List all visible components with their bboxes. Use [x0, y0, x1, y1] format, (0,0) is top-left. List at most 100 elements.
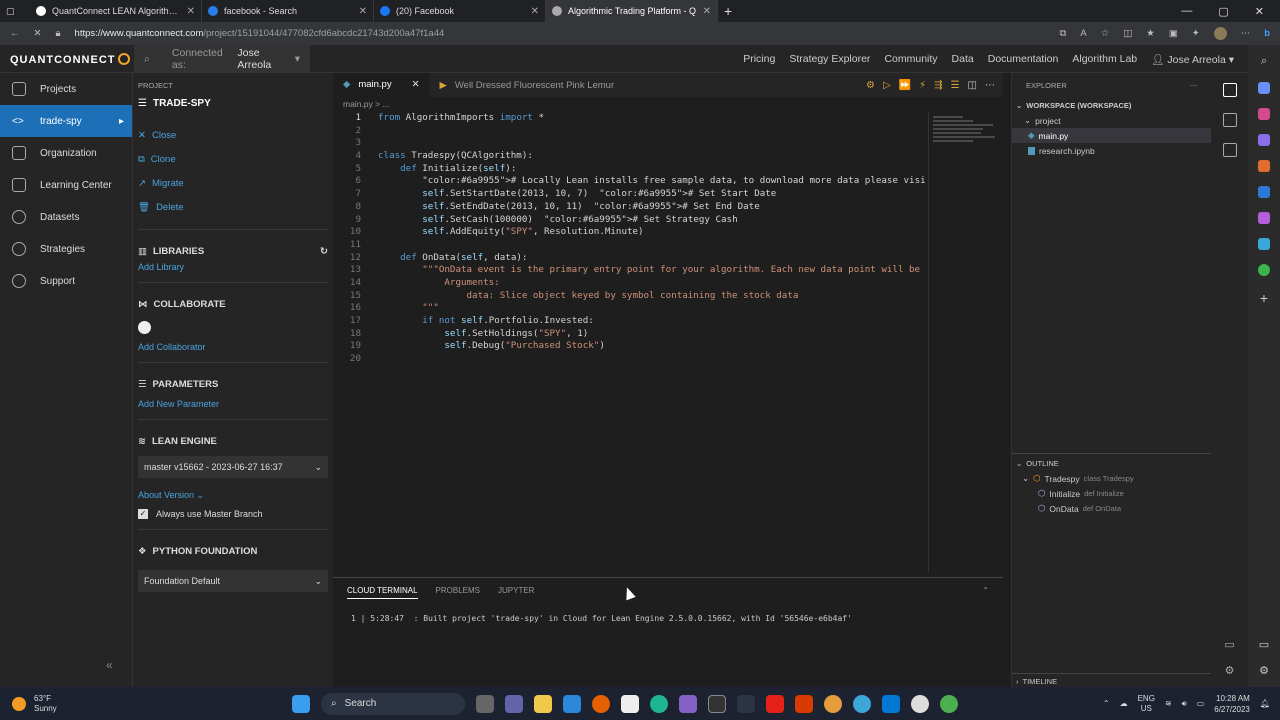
gear-icon[interactable]: ⚙: [1259, 664, 1269, 677]
quantconnect-logo[interactable]: QUANTCONNECT: [10, 53, 130, 66]
tab-jupyter[interactable]: JUPYTER: [498, 586, 534, 599]
add-library-link[interactable]: Add Library: [138, 262, 328, 272]
new-tab-button[interactable]: +: [718, 0, 746, 22]
code-line[interactable]: 5 def Initialize(self):: [333, 163, 925, 176]
minimize-icon[interactable]: —: [1181, 5, 1192, 17]
outline-header[interactable]: ⌄ OUTLINE: [1012, 456, 1211, 471]
code-line[interactable]: 17 if not self.Portfolio.Invested:: [333, 315, 925, 328]
code-line[interactable]: 13 """OnData event is the primary entry …: [333, 264, 925, 277]
teams-chat-icon[interactable]: [505, 694, 523, 713]
chevron-up-icon[interactable]: ⌃: [1103, 699, 1110, 708]
weather-widget[interactable]: 63°F Sunny: [12, 687, 57, 720]
taskbar-search[interactable]: ⌕ Search: [321, 692, 465, 715]
code-line[interactable]: 8 self.SetEndDate(2013, 10, 11) "color:#…: [333, 201, 925, 214]
visual-studio-icon[interactable]: [679, 694, 697, 713]
connection-status[interactable]: ⌕ Connected as: Jose Arreola ▾: [134, 45, 310, 73]
close-tab-icon[interactable]: ✕: [187, 6, 195, 17]
edge-canary-icon[interactable]: [853, 694, 871, 713]
onedrive-icon[interactable]: ☁: [1120, 699, 1128, 708]
language-indicator[interactable]: ENG US: [1138, 694, 1155, 714]
url-field[interactable]: https://www.quantconnect.com/project/151…: [75, 28, 1046, 39]
tab-problems[interactable]: PROBLEMS: [436, 586, 480, 599]
close-tab-icon[interactable]: ✕: [359, 6, 367, 17]
deploy-live-icon[interactable]: ⇶: [934, 80, 942, 91]
layout-icon[interactable]: ▭: [1224, 638, 1234, 651]
extensions-grid-icon[interactable]: [1222, 143, 1237, 157]
media-player-icon[interactable]: [911, 694, 929, 713]
wifi-icon[interactable]: ≋: [1165, 699, 1172, 708]
code-line[interactable]: 3: [333, 137, 925, 150]
gear-icon[interactable]: ⚙: [1225, 664, 1235, 677]
sidebar-item-learning-center[interactable]: Learning Center: [0, 169, 132, 201]
sidebar-item-projects[interactable]: Projects: [0, 73, 132, 105]
collaborator-avatar[interactable]: [138, 321, 151, 334]
foundation-select[interactable]: Foundation Default ⌄: [138, 570, 328, 592]
refresh-icon[interactable]: ↻: [320, 246, 328, 257]
app-available-icon[interactable]: ⧉: [1060, 28, 1067, 39]
drop-icon[interactable]: [1258, 238, 1270, 250]
code-line[interactable]: 7 self.SetStartDate(2013, 10, 7) "color:…: [333, 188, 925, 201]
volume-icon[interactable]: 🔊︎: [1182, 699, 1187, 709]
settings-icon[interactable]: ⚙: [866, 80, 875, 91]
build-icon[interactable]: ▷: [883, 80, 891, 91]
shopping-icon[interactable]: [1258, 82, 1270, 94]
close-project-button[interactable]: ✕ Close: [138, 123, 328, 147]
outline-item-method[interactable]: ⬡ Initialize def Initialize: [1012, 486, 1211, 501]
master-branch-checkbox-row[interactable]: ✓ Always use Master Branch: [138, 509, 328, 519]
notion-icon[interactable]: [621, 694, 639, 713]
migrate-project-button[interactable]: ↗ Migrate: [138, 171, 328, 195]
close-window-icon[interactable]: ✕: [1255, 5, 1264, 18]
menu-documentation[interactable]: Documentation: [988, 53, 1059, 65]
read-aloud-icon[interactable]: A: [1080, 28, 1086, 39]
run-debug-icon[interactable]: [1222, 113, 1237, 127]
browser-tabs-menu[interactable]: ▢: [0, 0, 30, 22]
youtube-icon[interactable]: [766, 694, 784, 713]
clone-project-button[interactable]: ⧉ Clone: [138, 147, 328, 171]
checkbox-checked[interactable]: ✓: [138, 509, 148, 519]
code-line[interactable]: 15 data: Slice object keyed by symbol co…: [333, 290, 925, 303]
file-main-py[interactable]: ◆ main.py: [1012, 128, 1211, 143]
minimap[interactable]: [928, 112, 1002, 572]
explorer-files-icon[interactable]: [1222, 83, 1237, 97]
outlook-icon[interactable]: [1258, 186, 1270, 198]
code-line[interactable]: 4 class Tradespy(QCAlgorithm):: [333, 150, 925, 163]
more-options-icon[interactable]: ⋯: [1190, 81, 1198, 90]
sidebar-item-datasets[interactable]: Datasets: [0, 201, 132, 233]
user-menu[interactable]: 👤︎ Jose Arreola ▾: [1151, 53, 1234, 66]
notification-bell-icon[interactable]: 🔔︎: [1260, 699, 1270, 708]
collections-icon[interactable]: ▣: [1169, 28, 1178, 39]
search-icon[interactable]: ⌕: [144, 53, 150, 66]
code-line[interactable]: 1 from AlgorithmImports import *: [333, 112, 925, 125]
split-editor-icon[interactable]: ◫: [968, 80, 977, 91]
browser-tab-active[interactable]: Algorithmic Trading Platform - Q ✕: [546, 0, 718, 22]
designer-icon[interactable]: [1258, 212, 1270, 224]
folder-project[interactable]: ⌄ project: [1012, 113, 1211, 128]
sidebar-item-trade-spy[interactable]: <> trade-spy ▸: [0, 105, 132, 137]
about-version-link[interactable]: About Version ⌄: [138, 490, 328, 501]
workspace-node[interactable]: ⌄ WORKSPACE (WORKSPACE): [1012, 98, 1211, 113]
clock[interactable]: 10:28 AM 6/27/2023: [1214, 693, 1250, 715]
sidebar-item-strategies[interactable]: Strategies: [0, 233, 132, 265]
delete-project-button[interactable]: 🗑︎ Delete: [138, 195, 328, 219]
file-explorer-icon[interactable]: [534, 694, 552, 713]
collapse-sidebar-icon[interactable]: «: [106, 658, 113, 672]
close-tab-icon[interactable]: ✕: [531, 6, 539, 17]
games-icon[interactable]: [1258, 134, 1270, 146]
code-line[interactable]: 10 self.AddEquity("SPY", Resolution.Minu…: [333, 226, 925, 239]
add-parameter-link[interactable]: Add New Parameter: [138, 399, 328, 409]
close-tab-icon[interactable]: ✕: [412, 79, 420, 90]
battery-icon[interactable]: ▭: [1197, 699, 1205, 708]
outline-item-method[interactable]: ⬡ OnData def OnData: [1012, 501, 1211, 516]
code-line[interactable]: 12 def OnData(self, data):: [333, 252, 925, 265]
split-screen-icon[interactable]: ◫: [1123, 28, 1132, 39]
code-line[interactable]: 19 self.Debug("Purchased Stock"): [333, 340, 925, 353]
office-icon[interactable]: [795, 694, 813, 713]
add-icon[interactable]: +: [1260, 290, 1268, 306]
windows-start-icon[interactable]: [292, 694, 310, 713]
chrome-icon[interactable]: [940, 694, 958, 713]
favorites-icon[interactable]: ★: [1146, 28, 1155, 39]
e-tree-icon[interactable]: [1258, 264, 1270, 276]
tools-icon[interactable]: [1258, 108, 1270, 120]
more-actions-icon[interactable]: ⋯: [985, 80, 995, 91]
add-collaborator-link[interactable]: Add Collaborator: [138, 342, 328, 352]
